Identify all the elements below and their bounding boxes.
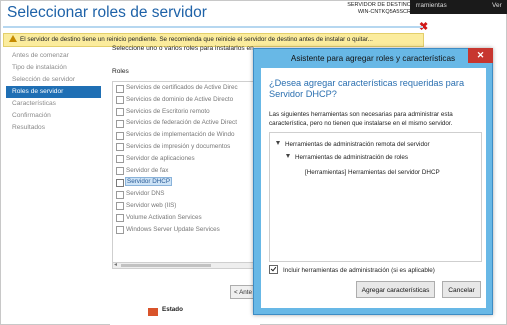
role-checkbox[interactable]: [116, 226, 124, 235]
dialog-title: Asistente para agregar roles y caracterí…: [290, 54, 456, 63]
roles-list[interactable]: Servicios de certificados de Active Dire…: [112, 81, 260, 265]
role-checkbox[interactable]: [116, 143, 124, 152]
wizard-title: Seleccionar roles de servidor: [7, 4, 207, 21]
role-checkbox[interactable]: [116, 131, 124, 140]
role-label: Servicios de dominio de Active Directo: [126, 95, 234, 103]
roles-horizontal-scrollbar[interactable]: ◂: [112, 262, 258, 269]
add-features-dialog: Asistente para agregar roles y caracterí…: [253, 48, 493, 315]
menu-ver[interactable]: Ver: [492, 2, 502, 9]
nav-item[interactable]: Confirmación: [6, 110, 101, 122]
nav-item[interactable]: Tipo de instalación: [6, 62, 101, 74]
expand-triangle-icon[interactable]: [286, 154, 290, 158]
cancel-button[interactable]: Cancelar: [442, 281, 481, 298]
role-label: Servicios de impresión y documentos: [126, 142, 231, 150]
wizard-nav: Antes de comenzar Tipo de instalación Sele…: [6, 50, 101, 134]
role-label: Servicios de Escritorio remoto: [126, 107, 210, 115]
role-label: Windows Server Update Services: [126, 225, 220, 233]
role-item[interactable]: Servicios de certificados de Active Dire…: [113, 82, 259, 94]
role-checkbox[interactable]: [116, 155, 124, 164]
dialog-question: ¿Desea agregar características requerida…: [269, 78, 465, 99]
dialog-description: Las siguientes herramientas son necesari…: [269, 111, 453, 127]
warning-text: El servidor de destino tiene un reinicio…: [20, 36, 373, 43]
dialog-body: ¿Desea agregar características requerida…: [261, 68, 486, 308]
role-label: Servicios de certificados de Active Dire…: [126, 84, 238, 91]
nav-item[interactable]: Características: [6, 98, 101, 110]
include-tools-option[interactable]: Incluir herramientas de administración (…: [269, 265, 435, 274]
role-item[interactable]: Servicios de dominio de Active Directo: [113, 94, 259, 106]
role-item[interactable]: Servidor de aplicaciones: [113, 153, 259, 165]
tree-node-remote-admin-tools[interactable]: Herramientas de administración remota de…: [276, 141, 430, 148]
status-label: Estado: [162, 306, 183, 313]
scroll-left-icon[interactable]: ◂: [114, 261, 117, 268]
role-item[interactable]: Servidor DNS: [113, 188, 259, 200]
server-manager-menubar: rramientas Ver: [410, 0, 507, 14]
role-item[interactable]: Servidor de fax: [113, 165, 259, 177]
warning-icon: [9, 35, 17, 42]
role-checkbox[interactable]: [116, 190, 124, 199]
role-checkbox[interactable]: [116, 108, 124, 117]
role-checkbox[interactable]: [116, 167, 124, 176]
nav-item[interactable]: Antes de comenzar: [6, 50, 101, 62]
status-color-icon: [148, 308, 158, 316]
role-checkbox[interactable]: [116, 96, 124, 105]
close-icon[interactable]: ✕: [468, 48, 493, 63]
include-tools-label: Incluir herramientas de administración (…: [283, 267, 435, 274]
role-label: Servidor de aplicaciones: [126, 154, 195, 162]
role-label: Servidor web (IIS): [126, 201, 177, 209]
role-checkbox[interactable]: [116, 119, 124, 128]
roles-header: Roles: [112, 68, 129, 75]
role-item[interactable]: Windows Server Update Services: [113, 224, 259, 236]
nav-item[interactable]: Selección de servidor: [6, 74, 101, 86]
include-tools-checkbox[interactable]: [269, 265, 278, 274]
role-item[interactable]: Servicios de Escritorio remoto: [113, 106, 259, 118]
nav-item[interactable]: Roles de servidor: [6, 86, 101, 98]
menu-herramientas[interactable]: rramientas: [416, 2, 447, 9]
required-features-tree: Herramientas de administración remota de…: [269, 132, 482, 262]
tree-node-dhcp-tools[interactable]: [Herramientas] Herramientas del servidor…: [305, 169, 440, 176]
expand-triangle-icon[interactable]: [276, 141, 280, 145]
nav-item[interactable]: Resultados: [6, 122, 101, 134]
role-label: Volume Activation Services: [126, 213, 202, 221]
role-item[interactable]: Servidor web (IIS): [113, 200, 259, 212]
role-item[interactable]: Servicios de implementación de Windo: [113, 129, 259, 141]
role-checkbox[interactable]: [116, 214, 124, 223]
destination-label: SERVIDOR DE DESTINO: [347, 2, 411, 8]
destination-server-info: SERVIDOR DE DESTINO WIN-CNTKQ5A5SCR: [347, 2, 411, 16]
role-item[interactable]: Servidor DHCP: [113, 176, 259, 188]
role-item[interactable]: Servicios de impresión y documentos: [113, 141, 259, 153]
role-label: Servicios de federación de Active Direct: [126, 119, 237, 127]
role-label: Servicios de implementación de Windo: [126, 131, 235, 139]
role-label: Servidor DNS: [126, 190, 165, 198]
divider: [3, 26, 423, 28]
scrollbar-thumb[interactable]: [121, 264, 211, 267]
role-item[interactable]: Volume Activation Services: [113, 212, 259, 224]
role-label: Servidor DHCP: [124, 177, 173, 187]
role-label: Servidor de fax: [126, 166, 169, 174]
role-item[interactable]: Servicios de federación de Active Direct: [113, 117, 259, 129]
destination-server-name: WIN-CNTKQ5A5SCR: [357, 9, 411, 15]
role-checkbox[interactable]: [116, 178, 124, 187]
status-strip: Estado: [110, 305, 260, 325]
add-features-button[interactable]: Agregar características: [356, 281, 435, 298]
instruction-text: Seleccione uno o varios roles para insta…: [112, 45, 254, 52]
tree-node-role-admin-tools[interactable]: Herramientas de administración de roles: [286, 154, 408, 161]
role-checkbox[interactable]: [116, 202, 124, 211]
role-checkbox[interactable]: [116, 84, 124, 93]
